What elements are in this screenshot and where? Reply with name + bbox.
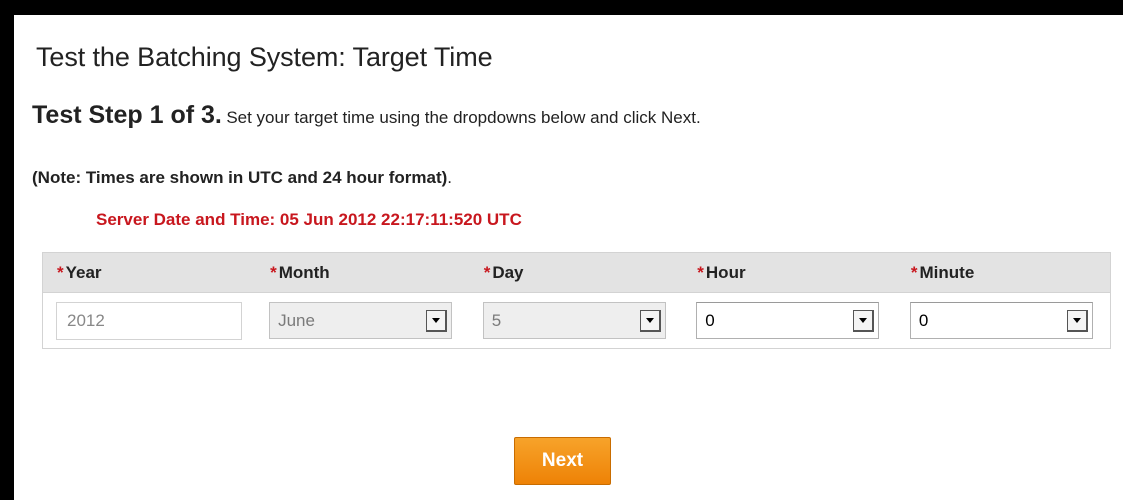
day-select[interactable]: 5 bbox=[482, 302, 666, 339]
page-frame: Test the Batching System: Target Time Te… bbox=[14, 15, 1123, 500]
next-button[interactable]: Next bbox=[514, 437, 611, 485]
timezone-note: (Note: Times are shown in UTC and 24 hou… bbox=[32, 168, 452, 188]
column-label: Day bbox=[492, 262, 524, 282]
minute-select[interactable]: 0 bbox=[909, 302, 1093, 339]
month-select[interactable]: June bbox=[269, 302, 453, 339]
column-label: Month bbox=[278, 262, 330, 282]
chevron-down-icon[interactable] bbox=[426, 310, 448, 332]
hour-select[interactable]: 0 bbox=[696, 302, 880, 339]
chevron-down-icon[interactable] bbox=[639, 310, 661, 332]
column-label: Hour bbox=[705, 262, 746, 282]
page-title: Test the Batching System: Target Time bbox=[36, 42, 493, 72]
year-cell bbox=[43, 293, 257, 349]
required-marker: * bbox=[57, 262, 64, 282]
required-marker: * bbox=[697, 262, 704, 282]
day-select-value: 5 bbox=[491, 310, 502, 330]
column-header-month: * Month bbox=[256, 252, 470, 293]
year-input[interactable] bbox=[56, 301, 242, 340]
chevron-down-icon[interactable] bbox=[1066, 310, 1088, 332]
column-header-day: * Day bbox=[469, 252, 684, 293]
column-header-minute: * Minute bbox=[896, 252, 1111, 293]
required-marker: * bbox=[483, 262, 491, 282]
column-label: Year bbox=[65, 262, 102, 282]
day-cell: 5 bbox=[470, 293, 684, 349]
step-instructions: Test Step 1 of 3. Set your target time u… bbox=[32, 101, 701, 130]
column-header-hour: * Hour bbox=[683, 252, 897, 293]
timezone-note-bold: (Note: Times are shown in UTC and 24 hou… bbox=[32, 168, 448, 187]
required-marker: * bbox=[910, 262, 918, 282]
month-select-value: June bbox=[278, 310, 315, 330]
target-time-table: *Year *Month *Day *Hour *Minute June bbox=[42, 252, 1111, 349]
minute-cell: 0 bbox=[897, 293, 1111, 349]
hour-select-value: 0 bbox=[705, 310, 715, 330]
column-header-year: * Year bbox=[42, 252, 257, 293]
step-text: Set your target time using the dropdowns… bbox=[226, 108, 701, 127]
chevron-down-icon[interactable] bbox=[853, 310, 875, 332]
table-input-row: June 5 0 bbox=[43, 293, 1111, 349]
timezone-note-tail: . bbox=[447, 168, 453, 187]
server-date-time: Server Date and Time: 05 Jun 2012 22:17:… bbox=[96, 210, 522, 229]
month-cell: June bbox=[256, 293, 470, 349]
table-header-row: * Year * Month * Day * Hour * Minute bbox=[42, 252, 1111, 293]
minute-select-value: 0 bbox=[918, 310, 929, 330]
column-label: Minute bbox=[919, 262, 975, 282]
required-marker: * bbox=[270, 262, 277, 282]
hour-cell: 0 bbox=[683, 293, 897, 349]
step-label: Test Step 1 of 3. bbox=[32, 101, 222, 129]
